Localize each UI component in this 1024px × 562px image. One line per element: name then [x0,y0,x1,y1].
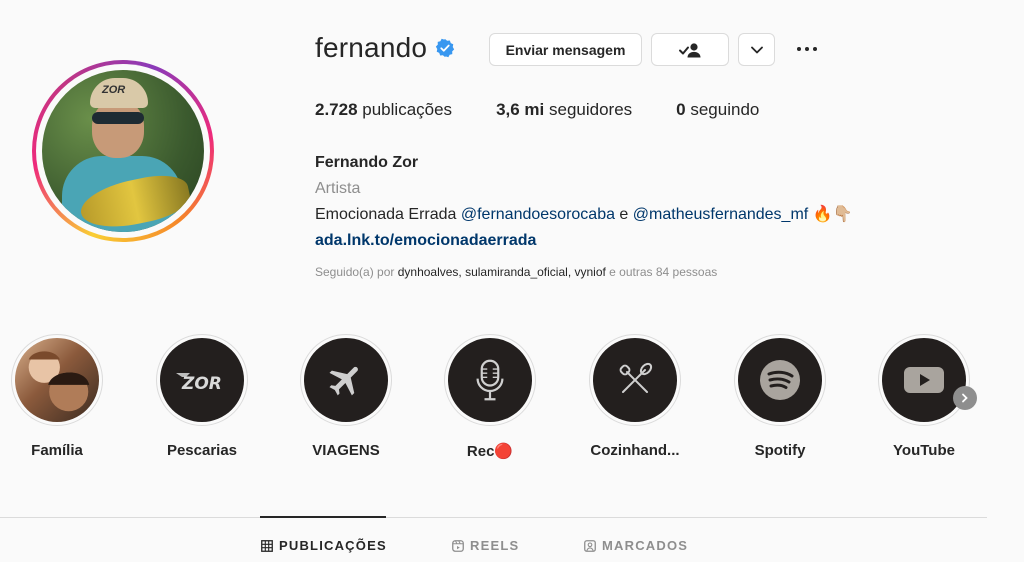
tab-reels[interactable]: REELS [452,538,519,553]
highlights-next-button[interactable] [953,386,977,410]
tab-marcados[interactable]: MARCADOS [584,538,688,553]
bio-text: Emocionada Errada @fernandoesorocaba e @… [315,206,853,223]
grid-icon [261,539,273,552]
highlight-familia[interactable]: Família [11,334,103,459]
story-highlights: Família ZOR Pescarias VIAGENS Rec🔴 Cozin… [0,334,1024,464]
bio-emoji: 🔥👇🏼 [808,206,853,223]
chevron-right-icon [962,393,968,403]
following-count[interactable]: 0 seguindo [676,100,759,120]
zor-logo-icon: ZOR [160,338,244,422]
profile-bio: Fernando Zor Artista Emocionada Errada @… [315,150,853,254]
avatar[interactable]: ZOR [42,70,204,232]
chevron-down-icon [750,46,763,54]
microphone-icon [448,338,532,422]
suggested-accounts-button[interactable] [738,33,775,66]
followed-by[interactable]: Seguido(a) por dynhoalves, sulamiranda_o… [315,265,717,279]
highlight-label: YouTube [893,442,955,459]
highlight-cozinhando[interactable]: Cozinhand... [589,334,681,459]
highlight-photo [15,338,99,422]
avatar-inner: ZOR [36,64,210,238]
mention-link[interactable]: @matheusfernandes_mf [633,206,808,223]
kitchen-utensils-icon [593,338,677,422]
youtube-icon [882,338,966,422]
active-tab-indicator [260,516,386,518]
followers-count[interactable]: 3,6 mi seguidores [496,100,632,120]
mention-link[interactable]: @fernandoesorocaba [461,206,615,223]
bio-link[interactable]: ada.lnk.to/emocionadaerrada [315,228,853,254]
profile-header: fernando [315,32,455,64]
svg-text:ZOR: ZOR [181,374,222,394]
tab-publicacoes[interactable]: PUBLICAÇÕES [261,538,387,553]
posts-count: 2.728 publicações [315,100,453,119]
profile-stats: 2.728 publicações 3,6 mi seguidores 0 se… [315,100,803,120]
airplane-icon [304,338,388,422]
full-name: Fernando Zor [315,154,419,171]
verified-badge-icon [435,38,455,58]
highlight-label: VIAGENS [312,442,380,459]
highlight-label: Família [31,442,83,459]
highlight-label: Cozinhand... [590,442,680,459]
highlight-label: Rec🔴 [466,443,514,460]
highlight-rec[interactable]: Rec🔴 [444,334,536,460]
send-message-button[interactable]: Enviar mensagem [489,33,642,66]
highlight-label: Pescarias [166,442,238,459]
highlight-label: Spotify [754,442,806,459]
highlight-viagens[interactable]: VIAGENS [300,334,392,459]
tabs-divider [0,517,987,518]
profile-avatar-story-ring[interactable]: ZOR [32,60,214,242]
highlight-pescarias[interactable]: ZOR Pescarias [156,334,248,459]
highlight-spotify[interactable]: Spotify [734,334,826,459]
category-label: Artista [315,180,361,197]
avatar-sunglasses [92,112,144,124]
username: fernando [315,32,428,63]
avatar-face [92,100,144,158]
avatar-cap-logo: ZOR [102,84,126,96]
more-dots-icon[interactable] [792,40,822,58]
tagged-icon [584,539,596,552]
person-check-icon [678,42,702,58]
spotify-icon [738,338,822,422]
following-button[interactable] [651,33,729,66]
reels-icon [452,539,464,552]
